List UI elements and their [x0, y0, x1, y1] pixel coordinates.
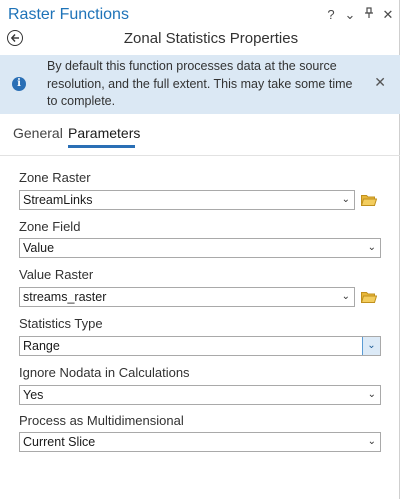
statistics-type-dropdown[interactable]: Range ⌄ [19, 336, 381, 356]
value-raster-value: streams_raster [23, 290, 107, 304]
active-tab-indicator [68, 145, 135, 148]
banner-message: By default this function processes data … [47, 59, 353, 108]
close-icon[interactable]: ✕ [382, 7, 394, 23]
options-chevron-icon[interactable]: ⌄ [344, 7, 356, 23]
browse-folder-icon[interactable] [361, 194, 377, 206]
pane-titlebar: Raster Functions ? ⌄ ✕ [0, 0, 400, 30]
banner-close-icon[interactable]: ✕ [374, 74, 386, 91]
tab-bar: General Parameters [0, 124, 400, 148]
chevron-down-icon: ⌄ [367, 242, 376, 253]
browse-folder-icon[interactable] [361, 291, 377, 303]
chevron-down-icon: ⌄ [341, 194, 350, 205]
zone-raster-label: Zone Raster [19, 170, 91, 185]
tab-general[interactable]: General [13, 125, 63, 141]
multidimensional-dropdown[interactable]: Current Slice ⌄ [19, 432, 381, 452]
chevron-down-icon[interactable]: ⌄ [362, 337, 380, 355]
chevron-down-icon: ⌄ [367, 389, 376, 400]
chevron-down-icon: ⌄ [341, 291, 350, 302]
zone-field-dropdown[interactable]: Value ⌄ [19, 238, 381, 258]
tab-divider [0, 155, 400, 156]
info-icon: i [12, 77, 26, 91]
pin-icon[interactable] [363, 7, 375, 23]
multidimensional-value: Current Slice [23, 435, 96, 449]
chevron-down-icon: ⌄ [367, 436, 376, 447]
pane-controls: ? ⌄ ✕ [325, 7, 394, 23]
raster-functions-pane: Raster Functions ? ⌄ ✕ Zonal Statistics … [0, 0, 400, 499]
ignore-nodata-label: Ignore Nodata in Calculations [19, 365, 190, 380]
statistics-type-label: Statistics Type [19, 316, 103, 331]
multidimensional-label: Process as Multidimensional [19, 413, 184, 428]
tab-parameters[interactable]: Parameters [68, 125, 140, 141]
properties-header: Zonal Statistics Properties [0, 29, 400, 51]
value-raster-dropdown[interactable]: streams_raster ⌄ [19, 287, 355, 307]
zone-raster-dropdown[interactable]: StreamLinks ⌄ [19, 190, 355, 210]
ignore-nodata-value: Yes [23, 388, 44, 402]
statistics-type-value: Range [23, 339, 60, 353]
info-banner: i By default this function processes dat… [0, 55, 400, 114]
help-icon[interactable]: ? [325, 7, 337, 23]
pane-title: Raster Functions [8, 6, 129, 23]
value-raster-label: Value Raster [19, 267, 94, 282]
ignore-nodata-dropdown[interactable]: Yes ⌄ [19, 385, 381, 405]
page-title: Zonal Statistics Properties [123, 30, 299, 47]
zone-raster-value: StreamLinks [23, 193, 93, 207]
zone-field-label: Zone Field [19, 219, 81, 234]
zone-field-value: Value [23, 241, 55, 255]
